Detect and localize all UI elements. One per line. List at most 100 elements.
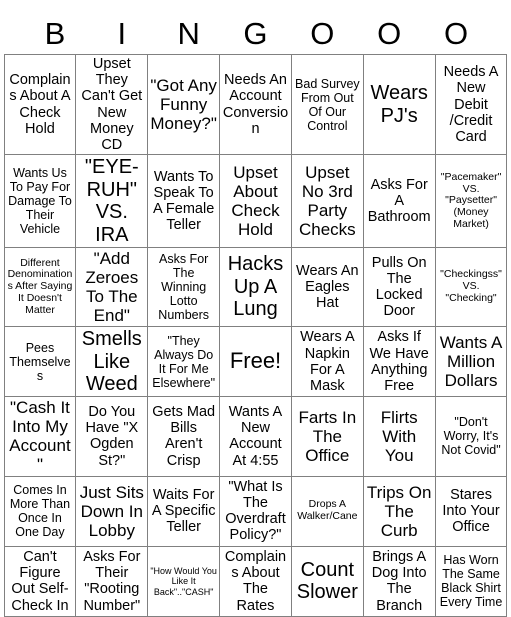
bingo-header-letter-4: O <box>310 16 335 51</box>
bingo-cell-label: "They Always Do It For Me Elsewhere" <box>152 333 216 390</box>
bingo-row: Complains About A Check Hold Upset They C… <box>3 53 508 156</box>
bingo-cell-2-2[interactable]: Asks For The Winning Lotto Numbers <box>147 246 221 328</box>
bingo-cell-label: Just Sits Down In Lobby <box>79 482 144 540</box>
bingo-cell-5-3[interactable]: "What Is The Overdraft Policy?" <box>219 475 292 547</box>
bingo-cell-label: Waits For A Specific Teller <box>151 486 216 536</box>
bingo-cell-label: "Pacemaker" VS. "Paysetter" (Money Marke… <box>440 170 502 230</box>
bingo-cell-4-4[interactable]: Farts In The Office <box>290 396 364 477</box>
bingo-cell-label: "EYE-RUH" VS. IRA <box>84 156 139 246</box>
bingo-cell-label: Can't Figure Out Self-Check In <box>11 548 69 614</box>
bingo-cell-0-3[interactable]: Needs An Account Conversion <box>219 53 292 156</box>
bingo-cell-0-1[interactable]: Upset They Can't Get New Money CD <box>75 53 149 156</box>
bingo-cell-label: Different Denominations After Saying It … <box>7 256 73 316</box>
bingo-cell-label: Complains About The Rates <box>224 548 287 614</box>
bingo-cell-label: Needs An Account Conversion <box>222 72 289 137</box>
bingo-cell-6-6[interactable]: Has Worn The Same Black Shirt Every Time <box>434 545 508 617</box>
bingo-cell-5-1[interactable]: Just Sits Down In Lobby <box>75 475 149 547</box>
bingo-row: "Cash It Into My Account" Do You Have "X … <box>3 396 508 477</box>
bingo-cell-0-6[interactable]: Needs A New Debit /Credit Card <box>434 53 508 156</box>
bingo-cell-label: Wears PJ's <box>370 82 428 127</box>
bingo-cell-5-2[interactable]: Waits For A Specific Teller <box>147 475 221 547</box>
bingo-cell-1-0[interactable]: Wants Us To Pay For Damage To Their Vehi… <box>3 154 77 248</box>
bingo-cell-4-0[interactable]: "Cash It Into My Account" <box>3 396 77 477</box>
bingo-cell-1-1[interactable]: "EYE-RUH" VS. IRA <box>75 154 149 248</box>
bingo-cell-3-5[interactable]: Asks If We Have Anything Free <box>362 326 436 398</box>
bingo-cell-label: "Cash It Into My Account" <box>9 398 71 475</box>
bingo-row: Wants Us To Pay For Damage To Their Vehi… <box>3 154 508 248</box>
bingo-cell-1-4[interactable]: Upset No 3rd Party Checks <box>290 154 364 248</box>
bingo-cell-label: Do You Have "X Ogden St?" <box>85 403 139 469</box>
bingo-cell-3-6[interactable]: Wants A Million Dollars <box>434 326 508 398</box>
bingo-cell-label: Farts In The Office <box>298 407 357 465</box>
bingo-header-letter-0: B <box>44 16 66 51</box>
bingo-cell-label: Asks For A Bathroom <box>367 176 431 226</box>
bingo-cell-label: Complains About A Check Hold <box>9 72 71 137</box>
bingo-cell-label: Wants Us To Pay For Damage To Their Vehi… <box>8 166 72 237</box>
bingo-cell-label: Drops A Walker/Cane <box>297 498 358 523</box>
bingo-cell-3-1[interactable]: Smells Like Weed <box>75 326 149 398</box>
bingo-cell-label: Pees Themselves <box>9 340 71 383</box>
bingo-cell-label: Pulls On The Locked Door <box>371 254 427 320</box>
bingo-cell-2-1[interactable]: "Add Zeroes To The End" <box>75 246 149 328</box>
bingo-cell-label: Asks If We Have Anything Free <box>369 329 429 394</box>
bingo-cell-0-0[interactable]: Complains About A Check Hold <box>3 53 77 156</box>
bingo-header-letter-2: N <box>177 16 200 51</box>
bingo-row: Pees Themselves Smells Like Weed "They Alw… <box>3 326 508 398</box>
bingo-cell-2-4[interactable]: Wears An Eagles Hat <box>290 246 364 328</box>
bingo-cell-4-3[interactable]: Wants A New Account At 4:55 <box>219 396 292 477</box>
bingo-cell-1-5[interactable]: Asks For A Bathroom <box>362 154 436 248</box>
bingo-cell-label: Stares Into Your Office <box>442 486 500 536</box>
bingo-cell-0-4[interactable]: Bad Survey From Out Of Our Control <box>290 53 364 156</box>
bingo-cell-1-6[interactable]: "Pacemaker" VS. "Paysetter" (Money Marke… <box>434 154 508 248</box>
bingo-cell-label: "Add Zeroes To The End" <box>85 248 139 326</box>
bingo-cell-label: "How Would You Like It Back".."CASH" <box>150 566 217 597</box>
bingo-cell-6-3[interactable]: Complains About The Rates <box>219 545 292 617</box>
bingo-cell-4-1[interactable]: Do You Have "X Ogden St?" <box>75 396 149 477</box>
bingo-row: Different Denominations After Saying It … <box>3 246 508 328</box>
bingo-cell-1-2[interactable]: Wants To Speak To A Female Teller <box>147 154 221 248</box>
bingo-cell-4-6[interactable]: "Don't Worry, It's Not Covid" <box>434 396 508 477</box>
bingo-cell-3-4[interactable]: Wears A Napkin For A Mask <box>290 326 364 398</box>
bingo-header-letter-6: O <box>444 16 469 51</box>
bingo-cell-0-2[interactable]: "Got Any Funny Money?" <box>147 53 221 156</box>
bingo-cell-6-0[interactable]: Can't Figure Out Self-Check In <box>3 545 77 617</box>
bingo-row: Can't Figure Out Self-Check In Asks For T… <box>3 545 508 617</box>
bingo-free-space[interactable]: Free! <box>219 326 292 398</box>
bingo-cell-5-4[interactable]: Drops A Walker/Cane <box>290 475 364 547</box>
bingo-cell-label: Flirts With You <box>380 407 418 465</box>
bingo-cell-2-0[interactable]: Different Denominations After Saying It … <box>3 246 77 328</box>
bingo-cell-0-5[interactable]: Wears PJ's <box>362 53 436 156</box>
bingo-cell-label: Bad Survey From Out Of Our Control <box>295 76 360 133</box>
bingo-cell-2-3[interactable]: Hacks Up A Lung <box>219 246 292 328</box>
bingo-cell-label: Brings A Dog Into The Branch <box>371 548 427 614</box>
bingo-cell-label: Wants A Million Dollars <box>439 333 503 391</box>
bingo-cell-label: Upset No 3rd Party Checks <box>299 163 356 240</box>
bingo-cell-label: Gets Mad Bills Aren't Crisp <box>152 403 216 469</box>
bingo-cell-5-5[interactable]: Trips On The Curb <box>362 475 436 547</box>
bingo-cell-label: Wants To Speak To A Female Teller <box>153 168 215 234</box>
bingo-cell-3-0[interactable]: Pees Themselves <box>3 326 77 398</box>
bingo-header-letter-1: I <box>117 16 127 51</box>
bingo-cell-label: Upset About Check Hold <box>231 163 280 240</box>
bingo-cell-1-3[interactable]: Upset About Check Hold <box>219 154 292 248</box>
bingo-cell-2-6[interactable]: "Checkingss" VS. "Checking" <box>434 246 508 328</box>
bingo-cell-6-1[interactable]: Asks For Their "Rooting Number" <box>75 545 149 617</box>
bingo-cell-6-2[interactable]: "How Would You Like It Back".."CASH" <box>147 545 221 617</box>
bingo-grid-body: Complains About A Check Hold Upset They C… <box>3 53 508 617</box>
bingo-cell-5-0[interactable]: Comes In More Than Once In One Day <box>3 475 77 547</box>
bingo-cell-6-4[interactable]: Count Slower <box>290 545 364 617</box>
bingo-cell-4-5[interactable]: Flirts With You <box>362 396 436 477</box>
bingo-cell-label: Has Worn The Same Black Shirt Every Time <box>439 553 503 610</box>
bingo-row: Comes In More Than Once In One Day Just S… <box>3 475 508 547</box>
bingo-header-letter-5: O <box>377 16 402 51</box>
bingo-cell-3-2[interactable]: "They Always Do It For Me Elsewhere" <box>147 326 221 398</box>
bingo-header-row: BINGOOO <box>22 0 490 52</box>
bingo-cell-label: Asks For Their "Rooting Number" <box>83 548 141 614</box>
bingo-cell-2-5[interactable]: Pulls On The Locked Door <box>362 246 436 328</box>
bingo-cell-4-2[interactable]: Gets Mad Bills Aren't Crisp <box>147 396 221 477</box>
bingo-cell-5-6[interactable]: Stares Into Your Office <box>434 475 508 547</box>
bingo-cell-label: Smells Like Weed <box>81 328 142 395</box>
bingo-cell-6-5[interactable]: Brings A Dog Into The Branch <box>362 545 436 617</box>
bingo-header-letter-3: G <box>243 16 268 51</box>
bingo-cell-label: Hacks Up A Lung <box>227 253 284 321</box>
